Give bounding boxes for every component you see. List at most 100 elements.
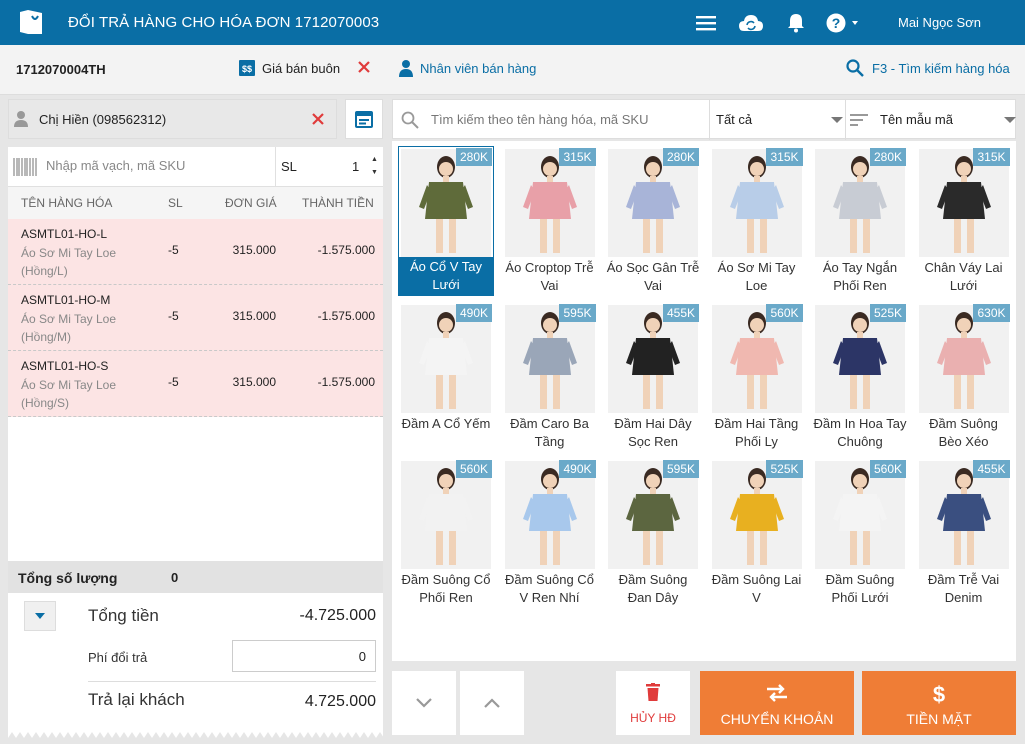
product-card[interactable]: 560K Đầm Suông Cổ Phối Ren [398, 458, 494, 608]
store-logo-icon [20, 10, 42, 34]
barcode-icon [13, 158, 37, 176]
product-name: Đầm Hai Dây Sọc Ren [614, 416, 692, 449]
product-name: Đầm In Hoa Tay Chuông [813, 416, 907, 449]
barcode-input[interactable] [46, 158, 266, 173]
customer-name: Chị Hiền (098562312) [39, 112, 167, 127]
product-card[interactable]: 560K Đầm Suông Phối Lưới [812, 458, 908, 608]
cash-button[interactable]: $ TIỀN MẶT [862, 671, 1016, 735]
row-name: Áo Sơ Mi Tay Loe (Hồng/S) [21, 378, 117, 410]
product-card[interactable]: 315K Áo Sơ Mi Tay Loe [709, 146, 805, 296]
scroll-down-button[interactable] [392, 671, 456, 735]
barcode-row: SL 1 ▲▼ [8, 147, 383, 187]
product-card[interactable]: 455K Đầm Trễ Vai Denim [916, 458, 1012, 608]
help-icon[interactable]: ? [824, 11, 864, 35]
product-search-shortcut[interactable]: F3 - Tìm kiếm hàng hóa [846, 59, 1010, 77]
user-icon [14, 111, 28, 127]
cloud-sync-icon[interactable] [737, 11, 765, 35]
product-card[interactable]: 280K Áo Cổ V Tay Lưới [398, 146, 494, 296]
receipt-edge [8, 732, 383, 738]
remove-price-icon[interactable] [356, 59, 372, 75]
sort-select[interactable]: Tên mẫu mã [880, 112, 953, 127]
row-qty[interactable]: -5 [168, 309, 179, 323]
qty-input[interactable]: 1 [352, 159, 359, 174]
product-name: Áo Tay Ngắn Phối Ren [822, 260, 898, 293]
top-bar: ĐỔI TRẢ HÀNG CHO HÓA ĐƠN 1712070003 ? Ma… [0, 0, 1025, 45]
product-card[interactable]: 560K Đầm Hai Tầng Phối Ly [709, 302, 805, 452]
product-name: Đầm Caro Ba Tầng [510, 416, 589, 449]
row-total: -1.575.000 [317, 309, 375, 323]
divider [275, 147, 276, 187]
product-name: Áo Cổ V Tay Lưới [399, 257, 493, 295]
product-name: Đầm A Cổ Yếm [401, 416, 491, 431]
qty-stepper[interactable]: ▲ ▼ [371, 153, 378, 179]
fee-input[interactable] [232, 640, 376, 672]
svg-text:?: ? [832, 15, 841, 31]
product-card[interactable]: 280K Áo Sọc Gân Trễ Vai [605, 146, 701, 296]
row-code: ASMTL01-HO-S [21, 359, 109, 373]
row-price: 315.000 [232, 375, 276, 389]
product-card[interactable]: 315K Chân Váy Lai Lưới [916, 146, 1012, 296]
total-label: Tổng tiền [88, 606, 159, 625]
cancel-invoice-button[interactable]: HỦY HĐ [616, 671, 690, 735]
product-card[interactable]: 525K Đầm In Hoa Tay Chuông [812, 302, 908, 452]
product-card[interactable]: 630K Đầm Suông Bèo Xéo [916, 302, 1012, 452]
table-row[interactable]: ASMTL01-HO-S Áo Sơ Mi Tay Loe (Hồng/S) -… [8, 351, 383, 417]
refund-value: 4.725.000 [304, 693, 376, 710]
calendar-button[interactable] [345, 99, 383, 139]
product-name: Đầm Suông Phối Lưới [825, 572, 895, 605]
toolbar: 1712070004TH $$ Giá bán buôn Nhân viên b… [0, 45, 1025, 95]
row-qty[interactable]: -5 [168, 243, 179, 257]
product-card[interactable]: 595K Đầm Caro Ba Tầng [502, 302, 598, 452]
product-card[interactable]: 490K Đầm Suông Cổ V Ren Nhí [502, 458, 598, 608]
sort-icon [850, 114, 868, 126]
price-list-icon: $$ [239, 60, 255, 76]
divider [88, 681, 376, 682]
table-row[interactable]: ASMTL01-HO-M Áo Sơ Mi Tay Loe (Hồng/M) -… [8, 285, 383, 351]
fee-label: Phí đổi trả [88, 650, 148, 665]
customer-field[interactable]: Chị Hiền (098562312) [8, 99, 337, 139]
menu-icon[interactable] [694, 11, 718, 35]
chevron-down-icon [35, 613, 45, 619]
clear-customer-icon[interactable] [311, 112, 325, 126]
cart-panel: SL 1 ▲▼ TÊN HÀNG HÓA SL ĐƠN GIÁ THÀNH TI… [8, 147, 383, 561]
product-card[interactable]: 455K Đầm Hai Dây Sọc Ren [605, 302, 701, 452]
cash-label: TIỀN MẶT [906, 711, 972, 727]
table-row[interactable]: ASMTL01-HO-L Áo Sơ Mi Tay Loe (Hồng/L) -… [8, 219, 383, 285]
product-grid: 280K Áo Cổ V Tay Lưới 315K Áo Croptop Trễ V… [392, 141, 1016, 661]
expand-totals-button[interactable] [24, 601, 56, 631]
scroll-up-button[interactable] [460, 671, 524, 735]
row-qty[interactable]: -5 [168, 375, 179, 389]
product-card[interactable]: 490K Đầm A Cổ Yếm [398, 302, 494, 452]
user-name[interactable]: Mai Ngọc Sơn [898, 15, 981, 30]
product-card[interactable]: 315K Áo Croptop Trễ Vai [502, 146, 598, 296]
search-icon [846, 59, 864, 77]
price-tag: 280K [869, 148, 906, 166]
header-unit-price: ĐƠN GIÁ [225, 196, 277, 210]
chevron-down-icon [1004, 117, 1016, 123]
product-card[interactable]: 595K Đầm Suông Đan Dây [605, 458, 701, 608]
product-card[interactable]: 525K Đầm Suông Lai V [709, 458, 805, 608]
bank-transfer-button[interactable]: CHUYỂN KHOẢN [700, 671, 854, 735]
product-card[interactable]: 280K Áo Tay Ngắn Phối Ren [812, 146, 908, 296]
product-name: Đầm Suông Cổ V Ren Nhí [505, 572, 594, 605]
product-name: Đầm Hai Tầng Phối Ly [714, 416, 799, 449]
price-tag: 560K [869, 460, 906, 478]
row-price: 315.000 [232, 243, 276, 257]
search-shortcut-label: F3 - Tìm kiếm hàng hóa [872, 60, 1010, 76]
price-tag: 315K [973, 148, 1010, 166]
product-search-input[interactable] [431, 112, 701, 127]
product-search-bar: Tất cả Tên mẫu mã [392, 99, 1016, 140]
staff-label: Nhân viên bán hàng [420, 60, 537, 76]
category-filter-select[interactable]: Tất cả [716, 112, 752, 127]
product-name: Áo Croptop Trễ Vai [505, 260, 594, 293]
order-code: 1712070004TH [16, 62, 106, 77]
product-name: Áo Sơ Mi Tay Loe [717, 260, 796, 293]
dollar-icon: $ [933, 683, 945, 705]
staff-button[interactable]: Nhân viên bán hàng [398, 59, 536, 77]
page-title: ĐỔI TRẢ HÀNG CHO HÓA ĐƠN 1712070003 [68, 14, 380, 31]
bell-icon[interactable] [784, 11, 808, 35]
trash-icon [646, 683, 660, 701]
price-mode-button[interactable]: $$ Giá bán buôn [238, 59, 340, 77]
transfer-icon [767, 684, 787, 702]
chevron-down-icon [831, 117, 843, 123]
